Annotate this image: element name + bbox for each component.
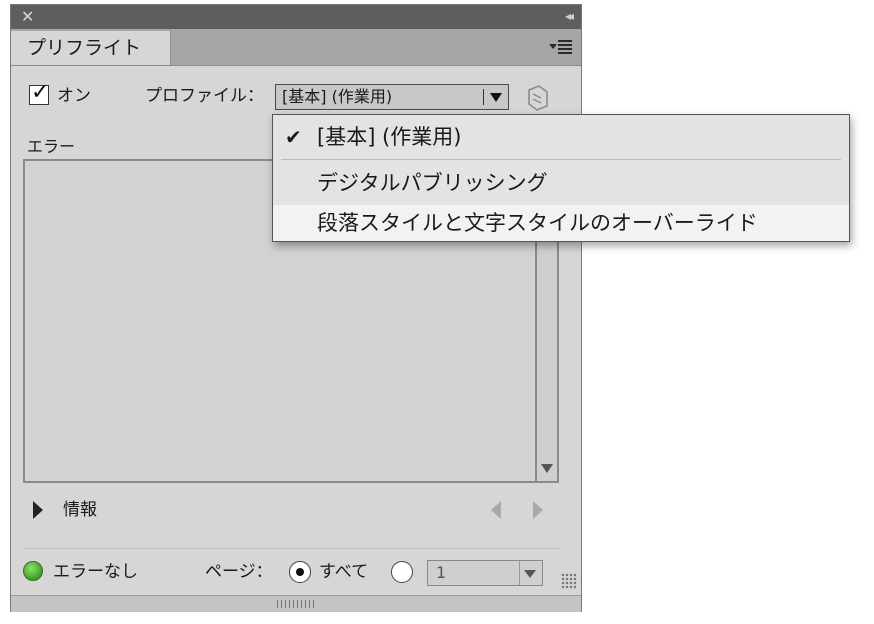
status-text: エラーなし xyxy=(53,562,138,582)
chevron-down-icon xyxy=(524,570,536,578)
on-checkbox[interactable]: ✓ xyxy=(29,80,49,105)
preflight-panel: ✕ ◂◂ プリフライト ✓ オン プロファイル： [基本] (作業用) エラー … xyxy=(10,4,582,612)
on-label: オン xyxy=(57,86,91,106)
scroll-down-icon[interactable] xyxy=(541,464,553,473)
page-range-select[interactable]: 1 xyxy=(427,560,543,586)
menu-item-digital-publishing[interactable]: デジタルパブリッシング xyxy=(273,165,849,201)
menu-item-label: デジタルパブリッシング xyxy=(317,171,548,195)
radio-all-label: すべて xyxy=(319,562,369,582)
disclosure-triangle-icon[interactable] xyxy=(33,501,43,519)
menu-item-label: 段落スタイルと文字スタイルのオーバーライド xyxy=(317,211,758,235)
menu-separator xyxy=(281,159,841,160)
info-label: 情報 xyxy=(63,500,97,520)
profile-dropdown-menu: ✔ [基本] (作業用) デジタルパブリッシング 段落スタイルと文字スタイルのオ… xyxy=(272,114,850,242)
errors-label: エラー xyxy=(27,137,76,156)
drag-handle-icon[interactable] xyxy=(277,600,317,608)
checkmark-icon: ✓ xyxy=(31,80,50,105)
page-label: ページ： xyxy=(205,562,273,582)
profile-select-value: [基本] (作業用) xyxy=(282,87,393,106)
define-profiles-icon[interactable] xyxy=(523,84,551,112)
radio-page-range[interactable] xyxy=(391,561,413,583)
status-indicator-icon xyxy=(23,561,43,581)
profile-label: プロファイル： xyxy=(145,86,264,106)
chevron-down-icon xyxy=(490,93,502,102)
check-icon: ✔ xyxy=(285,125,302,149)
close-icon[interactable]: ✕ xyxy=(21,8,34,26)
footer-divider xyxy=(23,548,559,549)
collapse-panel-icon[interactable]: ◂◂ xyxy=(565,9,574,23)
page-range-value: 1 xyxy=(436,563,447,582)
resize-grip-icon[interactable] xyxy=(561,573,577,589)
panel-titlebar: ✕ ◂◂ xyxy=(11,5,581,29)
tab-preflight[interactable]: プリフライト xyxy=(11,31,171,65)
radio-all-pages[interactable] xyxy=(289,561,311,583)
next-arrow-icon[interactable] xyxy=(533,501,543,519)
panel-menu-icon[interactable] xyxy=(549,39,573,55)
previous-arrow-icon[interactable] xyxy=(491,501,501,519)
panel-bottom-bar xyxy=(11,595,581,612)
menu-item-basic-working[interactable]: ✔ [基本] (作業用) xyxy=(273,119,849,155)
panel-tabstrip: プリフライト xyxy=(11,29,581,66)
menu-item-label: [基本] (作業用) xyxy=(317,125,462,149)
profile-select[interactable]: [基本] (作業用) xyxy=(275,84,509,110)
menu-item-style-overrides[interactable]: 段落スタイルと文字スタイルのオーバーライド xyxy=(273,205,849,241)
